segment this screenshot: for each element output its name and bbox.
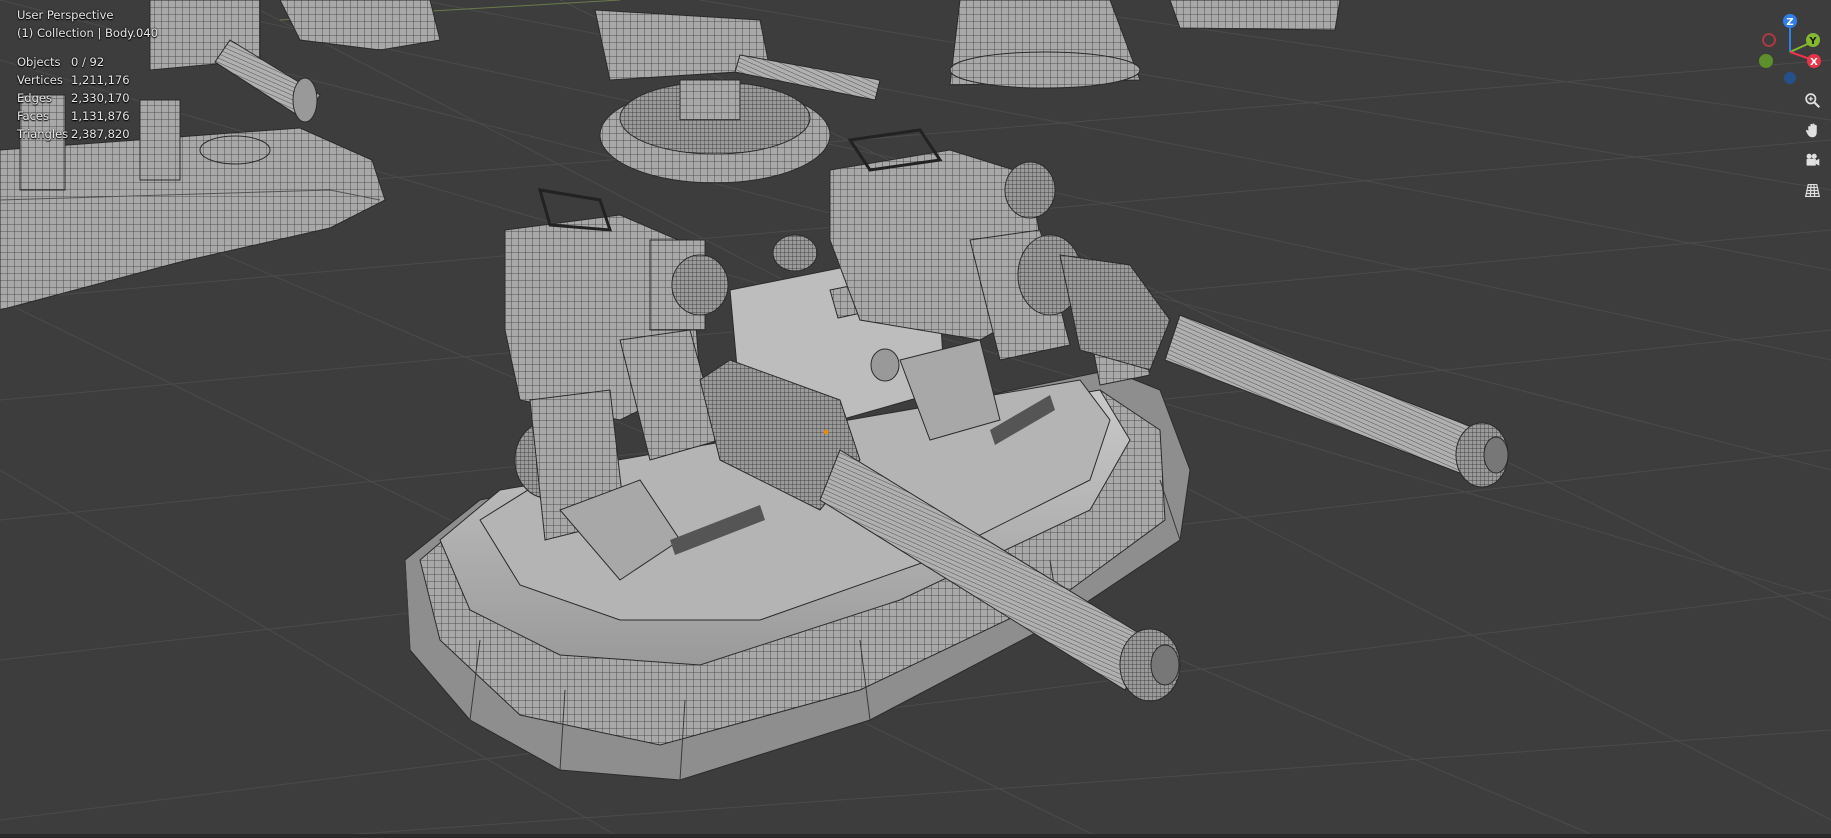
stat-value: 0 / 92 <box>71 55 105 69</box>
stat-label: Vertices <box>17 73 63 87</box>
neg-z-axis-icon[interactable] <box>1784 72 1796 84</box>
stat-label: Edges <box>17 91 52 105</box>
grid-icon[interactable] <box>1804 182 1828 206</box>
stat-value: 2,330,170 <box>71 91 130 105</box>
scene-render <box>0 0 1831 838</box>
neg-x-axis-icon[interactable] <box>1762 33 1776 47</box>
zoom-icon[interactable] <box>1804 92 1828 116</box>
status-bar-edge <box>0 834 1831 838</box>
origin-point <box>823 429 829 435</box>
background-turret-left <box>0 0 386 311</box>
camera-icon[interactable] <box>1804 152 1828 176</box>
z-axis-label: Z <box>1786 17 1793 28</box>
navigation-gizmo[interactable]: Z Y X <box>1744 8 1826 88</box>
stat-label: Triangles <box>17 127 69 141</box>
stat-value: 2,387,820 <box>71 127 130 141</box>
x-axis-label: X <box>1810 57 1818 68</box>
main-turret <box>404 128 1509 781</box>
3d-viewport[interactable]: User Perspective (1) Collection | Body.0… <box>0 0 1831 838</box>
stat-label: Faces <box>17 109 49 123</box>
active-object-context: (1) Collection | Body.040 <box>17 26 159 40</box>
neg-y-axis-icon[interactable] <box>1759 54 1773 68</box>
background-turret-center <box>279 0 881 184</box>
stat-value: 1,211,176 <box>71 73 130 87</box>
view-mode: User Perspective <box>17 8 114 22</box>
hand-icon[interactable] <box>1804 122 1828 146</box>
stat-label: Objects <box>17 55 61 69</box>
stat-value: 1,131,876 <box>71 109 130 123</box>
y-axis-label: Y <box>1808 36 1817 47</box>
